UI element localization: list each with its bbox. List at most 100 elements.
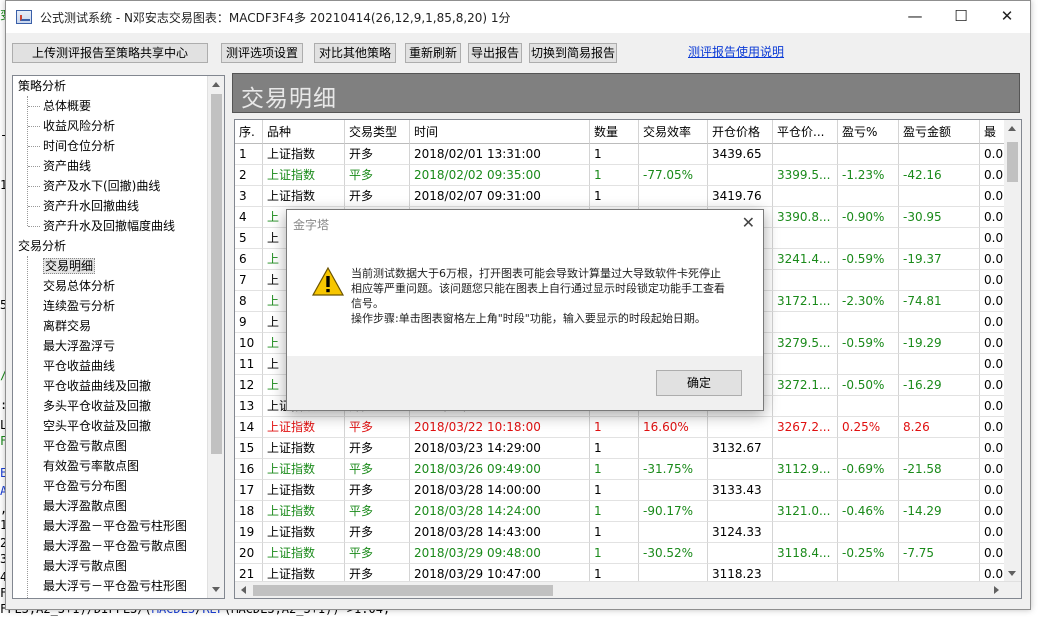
- table-cell[interactable]: 5: [235, 228, 263, 249]
- table-cell[interactable]: 3241.4...: [773, 249, 838, 270]
- tree-item[interactable]: 有效盈亏率散点图: [43, 456, 139, 476]
- table-cell[interactable]: 2018/03/22 10:18:00: [410, 417, 590, 438]
- table-cell[interactable]: 20: [235, 543, 263, 564]
- dialog-close-icon[interactable]: ✕: [742, 213, 755, 232]
- table-cell[interactable]: [708, 459, 773, 480]
- title-bar[interactable]: 公式测试系统 - N邓安志交易图表：MACDF3F4多 20210414(26,…: [6, 1, 1030, 33]
- table-cell[interactable]: [899, 522, 980, 543]
- scroll-down-arrow-icon[interactable]: [1008, 571, 1016, 576]
- column-header-col-close-price[interactable]: 平仓价...: [773, 120, 838, 144]
- table-cell[interactable]: 平多: [345, 417, 410, 438]
- table-cell[interactable]: -0.50%: [838, 375, 899, 396]
- compare-strategies-button[interactable]: 对比其他策略: [314, 43, 396, 63]
- table-cell[interactable]: [838, 186, 899, 207]
- tree-item[interactable]: 离群交易: [43, 316, 91, 336]
- table-cell[interactable]: -7.75: [899, 543, 980, 564]
- column-header-col-efficiency[interactable]: 交易效率: [639, 120, 708, 144]
- tree-item[interactable]: 平仓收益曲线: [43, 356, 115, 376]
- table-cell[interactable]: 16: [235, 459, 263, 480]
- upload-report-button[interactable]: 上传测评报告至策略共享中心: [12, 43, 208, 63]
- table-cell[interactable]: [708, 417, 773, 438]
- table-cell[interactable]: 上证指数: [263, 480, 345, 501]
- table-cell[interactable]: -1.23%: [838, 165, 899, 186]
- tree-item[interactable]: 最大浮盈浮亏: [43, 336, 115, 356]
- export-report-button[interactable]: 导出报告: [468, 43, 522, 63]
- table-cell[interactable]: -19.29: [899, 333, 980, 354]
- table-cell[interactable]: [773, 438, 838, 459]
- column-header-col-time[interactable]: 时间: [410, 120, 590, 144]
- table-cell[interactable]: [899, 438, 980, 459]
- table-cell[interactable]: 上证指数: [263, 144, 345, 165]
- table-cell[interactable]: 3132.67: [708, 438, 773, 459]
- tree-category-strategy[interactable]: 策略分析: [18, 76, 66, 96]
- column-header-col-pnl-pct[interactable]: 盈亏%: [838, 120, 899, 144]
- close-button[interactable]: ✕: [984, 1, 1030, 33]
- tree-item[interactable]: 平仓盈亏散点图: [43, 436, 127, 456]
- tree-item[interactable]: 资产升水及回撤幅度曲线: [43, 216, 175, 236]
- table-cell[interactable]: 上证指数: [263, 522, 345, 543]
- table-cell[interactable]: 上证指数: [263, 543, 345, 564]
- table-cell[interactable]: -90.17%: [639, 501, 708, 522]
- scroll-thumb[interactable]: [253, 585, 553, 596]
- table-cell[interactable]: -0.69%: [838, 459, 899, 480]
- table-cell[interactable]: [708, 165, 773, 186]
- column-header-col-qty[interactable]: 数量: [590, 120, 639, 144]
- table-cell[interactable]: 3279.5...: [773, 333, 838, 354]
- test-options-button[interactable]: 测评选项设置: [221, 43, 303, 63]
- refresh-button[interactable]: 重新刷新: [405, 43, 461, 63]
- table-cell[interactable]: 开多: [345, 522, 410, 543]
- table-cell[interactable]: 1: [590, 417, 639, 438]
- tree-item[interactable]: 平仓收益曲线及回撤: [43, 376, 151, 396]
- table-vertical-scrollbar[interactable]: [1004, 120, 1021, 582]
- table-cell[interactable]: 16.60%: [639, 417, 708, 438]
- table-cell[interactable]: [899, 186, 980, 207]
- table-cell[interactable]: 19: [235, 522, 263, 543]
- tree-item-selected[interactable]: 交易明细: [43, 256, 96, 276]
- table-cell[interactable]: -31.75%: [639, 459, 708, 480]
- tree-item[interactable]: 最大浮盈－平仓盈亏柱形图: [43, 516, 187, 536]
- table-cell[interactable]: [838, 522, 899, 543]
- table-cell[interactable]: 上证指数: [263, 165, 345, 186]
- table-cell[interactable]: [838, 480, 899, 501]
- tree-item[interactable]: 多头平仓收益及回撤: [43, 396, 151, 416]
- tree-item[interactable]: 最大浮亏散点图: [43, 556, 127, 576]
- table-cell[interactable]: 8.26: [899, 417, 980, 438]
- table-cell[interactable]: 3124.33: [708, 522, 773, 543]
- table-cell[interactable]: 2018/02/07 09:31:00: [410, 186, 590, 207]
- table-cell[interactable]: 开多: [345, 480, 410, 501]
- table-cell[interactable]: 1: [590, 501, 639, 522]
- tree-item[interactable]: 资产曲线: [43, 156, 91, 176]
- table-cell[interactable]: -19.37: [899, 249, 980, 270]
- table-cell[interactable]: -77.05%: [639, 165, 708, 186]
- table-cell[interactable]: [899, 270, 980, 291]
- table-cell[interactable]: -42.16: [899, 165, 980, 186]
- table-cell[interactable]: -0.25%: [838, 543, 899, 564]
- table-cell[interactable]: -21.58: [899, 459, 980, 480]
- table-cell[interactable]: 6: [235, 249, 263, 270]
- table-cell[interactable]: 平多: [345, 165, 410, 186]
- table-cell[interactable]: 2018/03/29 09:48:00: [410, 543, 590, 564]
- column-header-col-pnl-amount[interactable]: 盈亏金额: [899, 120, 980, 144]
- table-cell[interactable]: 8: [235, 291, 263, 312]
- maximize-button[interactable]: ☐: [938, 1, 984, 33]
- table-cell[interactable]: 3439.65: [708, 144, 773, 165]
- table-cell[interactable]: 2018/03/23 14:29:00: [410, 438, 590, 459]
- column-header-col-symbol[interactable]: 品种: [263, 120, 345, 144]
- table-cell[interactable]: [639, 438, 708, 459]
- table-cell[interactable]: 1: [590, 186, 639, 207]
- table-cell[interactable]: -0.46%: [838, 501, 899, 522]
- table-cell[interactable]: [708, 543, 773, 564]
- table-cell[interactable]: [773, 144, 838, 165]
- column-header-col-seq[interactable]: 序.: [235, 120, 263, 144]
- table-cell[interactable]: 7: [235, 270, 263, 291]
- table-cell[interactable]: 2018/02/01 13:31:00: [410, 144, 590, 165]
- table-cell[interactable]: 1: [590, 165, 639, 186]
- tree-item[interactable]: 资产及水下(回撤)曲线: [43, 176, 160, 196]
- scroll-thumb[interactable]: [1007, 142, 1018, 182]
- tree-category-trade[interactable]: 交易分析: [18, 236, 66, 256]
- table-cell[interactable]: 12: [235, 375, 263, 396]
- table-cell[interactable]: 平多: [345, 459, 410, 480]
- report-tree[interactable]: 策略分析 总体概要 收益风险分析 时间仓位分析 资产曲线 资产及水下(回撤)曲线…: [12, 75, 225, 599]
- scroll-thumb[interactable]: [211, 94, 222, 454]
- table-cell[interactable]: [639, 522, 708, 543]
